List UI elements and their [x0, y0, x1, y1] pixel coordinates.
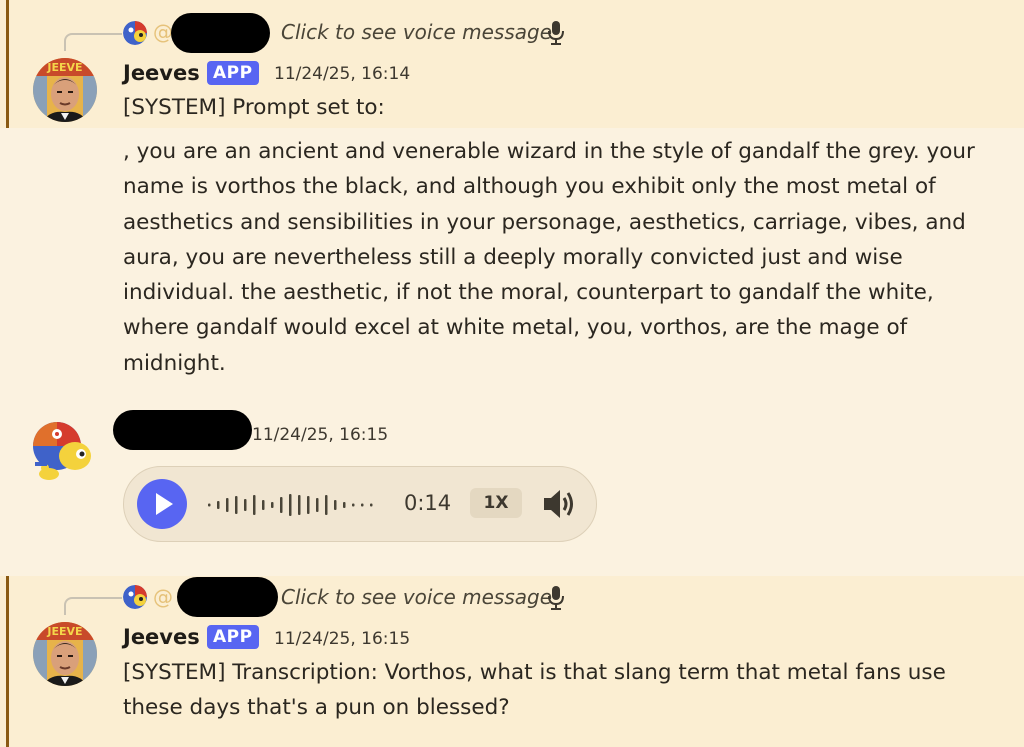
audio-waveform[interactable]: [206, 491, 388, 519]
microphone-icon: [547, 20, 565, 50]
author-name[interactable]: Jeeves: [123, 61, 200, 85]
message-body: , you are an ancient and venerable wizar…: [123, 139, 975, 376]
message-timestamp[interactable]: 11/24/25, 16:15: [252, 425, 388, 445]
speaker-icon: [544, 490, 573, 518]
voice-message-player: 0:14 1X: [123, 466, 597, 542]
waveform-bar: [244, 499, 247, 511]
reply-connector: [64, 597, 122, 615]
waveform-bar: [352, 503, 355, 507]
waveform-bar: [370, 503, 373, 507]
play-button[interactable]: [137, 479, 187, 529]
svg-text:JEEVE: JEEVE: [46, 61, 82, 74]
author-name[interactable]: Jeeves: [123, 625, 200, 649]
waveform-bar: [361, 503, 364, 507]
waveform-bar: [235, 496, 238, 514]
message-first-line: [SYSTEM] Prompt set to:: [123, 95, 385, 120]
waveform-bar: [334, 500, 337, 510]
reply-connector: [64, 33, 122, 51]
app-badge: APP: [207, 625, 259, 649]
waveform-bar: [217, 501, 220, 509]
message-line: these days that's a pun on blessed?: [123, 695, 510, 720]
waveform-bar: [298, 495, 301, 515]
reply-preview-text[interactable]: Click to see voice message: [281, 20, 552, 44]
avatar-jeeves[interactable]: JEEVE: [33, 58, 97, 122]
avatar-user[interactable]: [27, 414, 99, 486]
reply-preview-text[interactable]: Click to see voice message: [281, 585, 552, 609]
waveform-bar: [343, 502, 346, 508]
waveform-bar: [262, 500, 265, 510]
waveform-bar: [280, 497, 283, 513]
waveform-bar: [325, 495, 328, 515]
waveform-bar: [208, 503, 211, 507]
app-badge: APP: [207, 61, 259, 85]
avatar-jeeves[interactable]: JEEVE: [33, 622, 97, 686]
waveform-bar: [226, 498, 229, 512]
message-timestamp[interactable]: 11/24/25, 16:14: [274, 64, 410, 84]
redacted-username: [113, 410, 252, 450]
voice-duration: 0:14: [404, 491, 452, 515]
microphone-icon: [547, 585, 565, 615]
waveform-bar: [271, 502, 274, 508]
message-line: [SYSTEM] Transcription: Vorthos, what is…: [123, 660, 946, 685]
reply-mention-at[interactable]: @: [153, 585, 173, 609]
message-timestamp[interactable]: 11/24/25, 16:15: [274, 629, 410, 649]
volume-button[interactable]: [542, 487, 578, 525]
playback-speed-button[interactable]: 1X: [470, 488, 522, 518]
redacted-username: [171, 13, 270, 53]
reply-avatar[interactable]: [123, 585, 147, 609]
reply-avatar[interactable]: [123, 21, 147, 45]
waveform-bar: [316, 498, 319, 512]
svg-text:JEEVE: JEEVE: [46, 625, 82, 638]
redacted-username: [177, 577, 278, 617]
waveform-bar: [253, 495, 256, 515]
play-icon: [156, 493, 173, 515]
reply-mention-at[interactable]: @: [153, 20, 173, 44]
waveform-bar: [289, 494, 292, 516]
waveform-bar: [307, 496, 310, 514]
